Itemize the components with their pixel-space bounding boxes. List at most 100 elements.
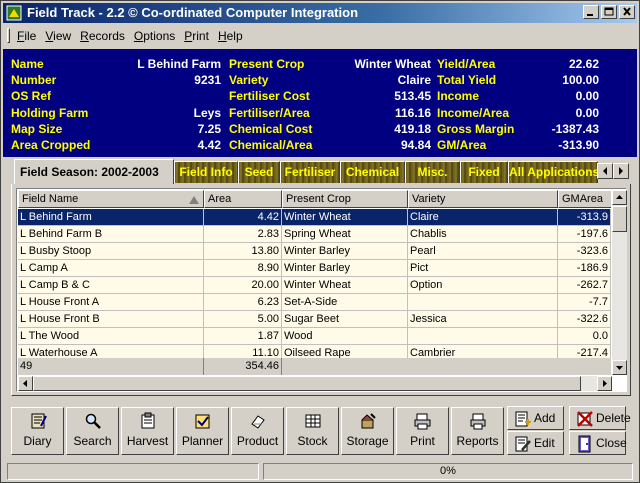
fields-grid: Field Name Area Present Crop Variety GMA… bbox=[16, 188, 627, 392]
stock-icon bbox=[305, 414, 321, 428]
cell-crop: Winter Wheat bbox=[282, 277, 408, 294]
cell-gm: -323.6 bbox=[558, 243, 611, 260]
vertical-scrollbar[interactable] bbox=[612, 190, 627, 375]
storage-label: Storage bbox=[346, 434, 389, 448]
storage-icon bbox=[361, 413, 376, 429]
storage-button[interactable]: Storage bbox=[341, 407, 394, 455]
cell-variety: Pearl bbox=[408, 243, 558, 260]
harvest-button[interactable]: Harvest bbox=[121, 407, 174, 455]
table-row[interactable]: L The Wood 1.87 Wood 0.0 bbox=[18, 328, 611, 345]
arrow-down-icon bbox=[616, 366, 623, 370]
arrow-left-icon bbox=[603, 167, 607, 175]
totals-filler bbox=[282, 358, 611, 375]
planner-button[interactable]: Planner bbox=[176, 407, 229, 455]
table-row[interactable]: L House Front B 5.00 Sugar Beet Jessica -322… bbox=[18, 311, 611, 328]
table-row[interactable]: L Behind Farm B 2.83 Spring Wheat Chablis -1… bbox=[18, 226, 611, 243]
menu-print[interactable]: Print bbox=[184, 29, 209, 43]
tab-fixed[interactable]: Fixed bbox=[460, 161, 508, 183]
print-button[interactable]: Print bbox=[396, 407, 449, 455]
menu-file[interactable]: File bbox=[17, 29, 36, 43]
cell-variety: Chablis bbox=[408, 226, 558, 243]
table-row[interactable]: L Camp B & C 20.00 Winter Wheat Option -262.… bbox=[18, 277, 611, 294]
title-bar[interactable]: Field Track - 2.2 © Co-ordinated Compute… bbox=[3, 3, 637, 23]
total-count: 49 bbox=[18, 358, 204, 375]
tab-scroll-right-button[interactable] bbox=[613, 163, 629, 179]
stock-label: Stock bbox=[297, 434, 328, 448]
tab-scroll-left-button[interactable] bbox=[597, 163, 613, 179]
column-header-area[interactable]: Area bbox=[204, 190, 282, 208]
cell-gm: -322.6 bbox=[558, 311, 611, 328]
delete-icon bbox=[577, 411, 593, 427]
maximize-button[interactable] bbox=[601, 5, 617, 19]
table-row[interactable]: L House Front A 6.23 Set-A-Side -7.7 bbox=[18, 294, 611, 311]
add-icon bbox=[515, 411, 531, 427]
column-header-present-crop[interactable]: Present Crop bbox=[282, 190, 408, 208]
table-row[interactable]: L Busby Stoop 13.80 Winter Barley Pearl -323… bbox=[18, 243, 611, 260]
scroll-right-button[interactable] bbox=[597, 376, 612, 391]
column-header-gmarea[interactable]: GMArea bbox=[558, 190, 611, 208]
cell-crop: Sugar Beet bbox=[282, 311, 408, 328]
reports-button[interactable]: Reports bbox=[451, 407, 504, 455]
status-progress: 0% bbox=[263, 463, 633, 480]
tab-all-applications[interactable]: All Applications bbox=[508, 161, 598, 183]
table-row[interactable]: L Camp A 8.90 Winter Barley Pict -186.9 bbox=[18, 260, 611, 277]
tab-field-info[interactable]: Field Info bbox=[174, 161, 238, 183]
close-button[interactable]: Close bbox=[569, 431, 627, 455]
add-button[interactable]: Add bbox=[507, 406, 564, 430]
table-row-selected[interactable]: L Behind Farm 4.42 Winter Wheat Claire -313.… bbox=[18, 209, 611, 226]
scroll-left-button[interactable] bbox=[18, 376, 33, 391]
label-number: Number bbox=[11, 73, 57, 88]
cell-name: L Camp A bbox=[18, 260, 204, 277]
menu-help[interactable]: Help bbox=[218, 29, 243, 43]
horizontal-scrollbar[interactable] bbox=[18, 376, 612, 391]
reports-label: Reports bbox=[456, 434, 499, 448]
label-total-yield: Total Yield bbox=[437, 73, 497, 88]
label-variety: Variety bbox=[229, 73, 269, 88]
value-yield-area: 22.62 bbox=[568, 57, 599, 71]
menu-label-rest: elp bbox=[226, 29, 243, 43]
column-header-variety[interactable]: Variety bbox=[408, 190, 558, 208]
column-header-field-name[interactable]: Field Name bbox=[18, 190, 204, 208]
product-label: Product bbox=[236, 434, 279, 448]
menu-view[interactable]: View bbox=[45, 29, 71, 43]
scroll-up-button[interactable] bbox=[612, 190, 627, 205]
tab-seed[interactable]: Seed bbox=[238, 161, 280, 183]
stock-button[interactable]: Stock bbox=[286, 407, 339, 455]
status-bar: 0% bbox=[3, 461, 637, 480]
tab-field-season[interactable]: Field Season: 2002-2003 bbox=[14, 159, 174, 185]
menu-label-rest: ecords bbox=[88, 29, 125, 43]
delete-button[interactable]: Delete bbox=[569, 406, 631, 430]
minimize-button[interactable] bbox=[583, 5, 599, 19]
edit-button[interactable]: Edit bbox=[507, 431, 564, 455]
label-holding-farm: Holding Farm bbox=[11, 105, 89, 120]
label-area-cropped: Area Cropped bbox=[11, 138, 91, 152]
product-button[interactable]: Product bbox=[231, 407, 284, 455]
cell-gm: -186.9 bbox=[558, 260, 611, 277]
cell-name: L House Front A bbox=[18, 294, 204, 311]
tab-chemical[interactable]: Chemical bbox=[340, 161, 405, 183]
diary-button[interactable]: Diary bbox=[11, 407, 64, 455]
horizontal-scroll-thumb[interactable] bbox=[33, 376, 581, 391]
close-window-button[interactable] bbox=[619, 5, 635, 19]
close-label: Close bbox=[596, 436, 627, 450]
value-holding-farm: Leys bbox=[193, 105, 221, 120]
menu-records[interactable]: Records bbox=[80, 29, 125, 43]
value-chemical-area: 94.84 bbox=[400, 138, 431, 152]
cell-crop: Wood bbox=[282, 328, 408, 345]
value-chemical-cost: 419.18 bbox=[394, 121, 431, 136]
arrow-right-icon bbox=[619, 167, 623, 175]
cell-name: L Camp B & C bbox=[18, 277, 204, 294]
menu-label-rest: ptions bbox=[143, 29, 176, 43]
tab-fertiliser[interactable]: Fertiliser bbox=[280, 161, 340, 183]
tab-misc[interactable]: Misc. bbox=[405, 161, 460, 183]
search-button[interactable]: Search bbox=[66, 407, 119, 455]
cell-gm: -313.9 bbox=[558, 209, 611, 226]
label-gm-area: GM/Area bbox=[437, 138, 487, 152]
arrow-right-icon bbox=[603, 380, 607, 387]
cell-name: L Busby Stoop bbox=[18, 243, 204, 260]
vertical-scroll-thumb[interactable] bbox=[612, 206, 627, 232]
cell-crop: Winter Barley bbox=[282, 243, 408, 260]
value-gm-area: -313.90 bbox=[558, 138, 599, 152]
scroll-down-button[interactable] bbox=[612, 360, 627, 375]
menu-options[interactable]: Options bbox=[134, 29, 175, 43]
